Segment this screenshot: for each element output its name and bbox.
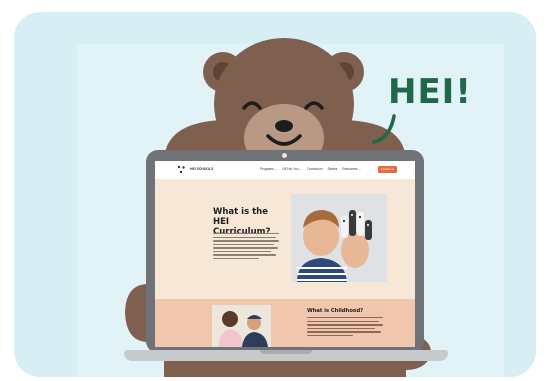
section-body-text	[307, 317, 383, 338]
site-menu: Programs ⌄ HEI for You ⌄ Curriculum Stor…	[260, 167, 361, 171]
camera-icon	[282, 153, 287, 158]
hero-body-text	[213, 233, 279, 262]
section-photo-two-children	[212, 305, 271, 347]
nav-resources[interactable]: Resources ⌄	[342, 167, 361, 171]
nav-programs[interactable]: Programs ⌄	[260, 167, 277, 171]
bear-left-paw	[125, 284, 148, 342]
site-navbar: HEI SCHOOLS Programs ⌄ HEI for You ⌄ Cur…	[155, 161, 415, 179]
site-logo-text[interactable]: HEI SCHOOLS	[190, 167, 213, 171]
nav-hei-for-you[interactable]: HEI for You ⌄	[282, 167, 302, 171]
website-display: HEI SCHOOLS Programs ⌄ HEI for You ⌄ Cur…	[155, 161, 415, 347]
bear-nose	[275, 120, 293, 132]
contact-button[interactable]: Contact us	[378, 166, 397, 173]
nav-stories[interactable]: Stories	[327, 167, 337, 171]
laptop-base	[124, 350, 448, 361]
speech-bubble-text: HEI!	[388, 72, 472, 112]
stage: HEI! HEI SCHOOLS Programs ⌄ HEI for You …	[0, 0, 550, 381]
hero-photo-child-with-finger-puppets	[291, 194, 387, 282]
nav-curriculum[interactable]: Curriculum	[307, 167, 322, 171]
hei-logo-icon[interactable]	[177, 165, 186, 175]
speech-tail-icon	[372, 114, 396, 144]
illustration-card: HEI! HEI SCHOOLS Programs ⌄ HEI for You …	[14, 12, 536, 377]
laptop-base-notch	[260, 350, 312, 354]
laptop-screen: HEI SCHOOLS Programs ⌄ HEI for You ⌄ Cur…	[146, 150, 424, 353]
section-title: What is Childhood?	[307, 308, 364, 314]
childhood-section: What is Childhood?	[155, 299, 415, 347]
